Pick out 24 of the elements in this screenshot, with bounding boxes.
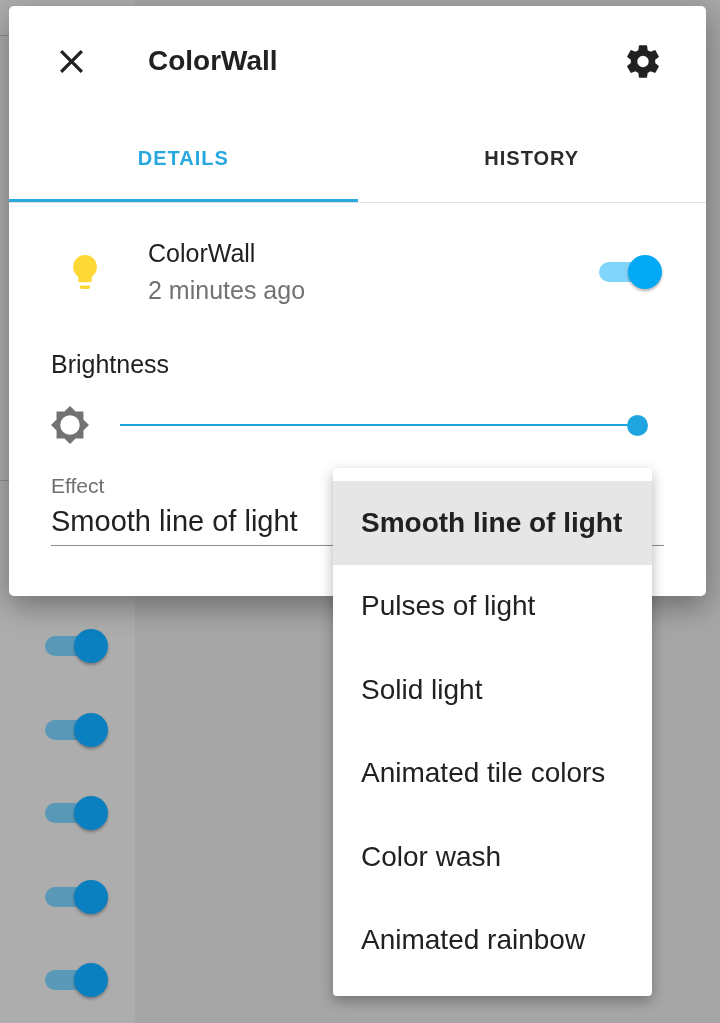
sun-icon <box>51 406 89 444</box>
lightbulb-icon <box>73 255 97 289</box>
entity-name: ColorWall <box>148 238 257 269</box>
dialog-title: ColorWall <box>148 44 278 78</box>
menu-item[interactable]: Smooth line of light <box>333 481 652 565</box>
menu-item[interactable]: Animated rainbow <box>333 898 652 982</box>
close-icon <box>59 49 83 73</box>
menu-item[interactable]: Pulses of light <box>333 564 652 648</box>
toggle-switch[interactable] <box>45 629 108 663</box>
menu-item[interactable]: Animated tile colors <box>333 731 652 815</box>
slider-thumb[interactable] <box>626 414 648 436</box>
toggle-switch[interactable] <box>45 712 108 747</box>
menu-item[interactable]: Solid light <box>333 648 652 732</box>
toggle-switch[interactable] <box>45 963 108 997</box>
toggle-switch[interactable] <box>45 879 108 914</box>
brightness-label: Brightness <box>51 349 170 379</box>
settings-icon <box>627 44 659 78</box>
effect-label: Effect <box>51 474 105 498</box>
tab[interactable]: HISTORY <box>357 116 706 202</box>
last-changed-text: 2 minutes ago <box>148 275 306 306</box>
menu-item[interactable]: Color wash <box>333 815 652 899</box>
effect-select-value[interactable]: Smooth line of light <box>51 504 298 538</box>
toggle-switch[interactable] <box>45 796 108 830</box>
power-switch[interactable] <box>599 255 662 289</box>
